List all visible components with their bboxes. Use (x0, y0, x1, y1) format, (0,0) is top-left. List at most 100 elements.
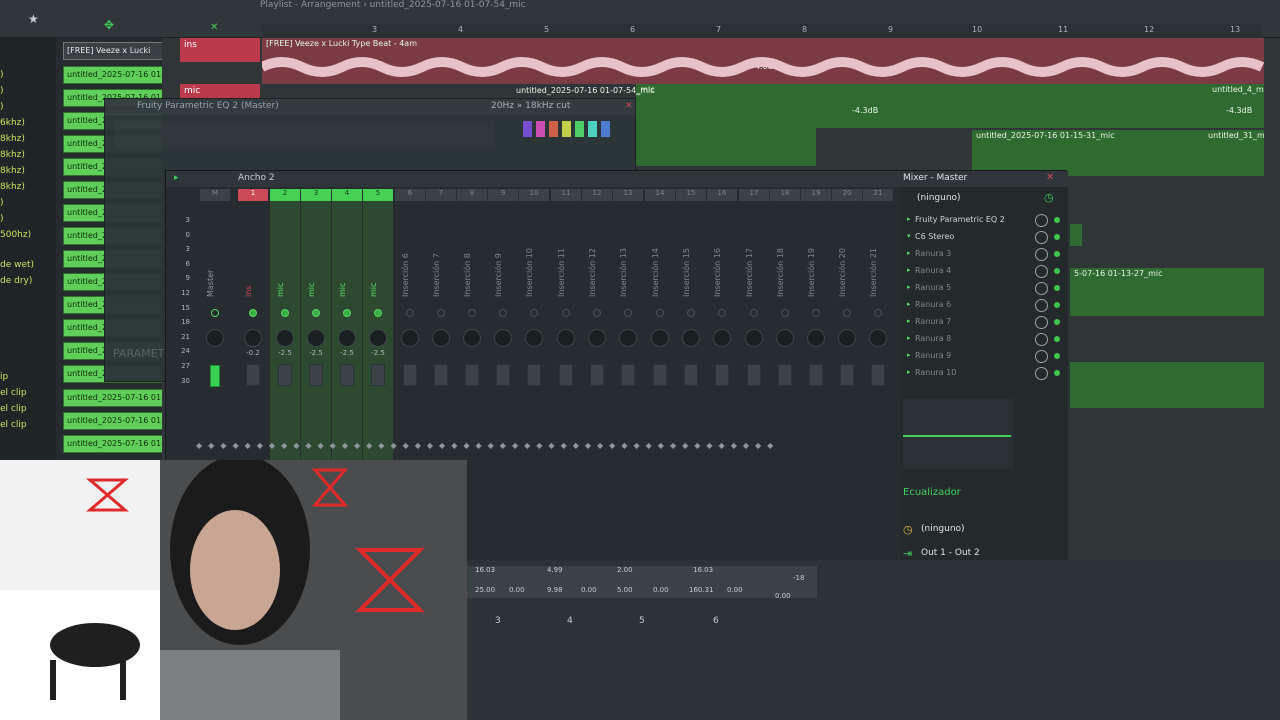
strip-led[interactable] (499, 309, 507, 317)
strip-led[interactable] (874, 309, 882, 317)
strip-fader[interactable] (403, 364, 417, 386)
strip-led[interactable] (281, 309, 289, 317)
strip-fader[interactable] (747, 364, 761, 386)
close-icon[interactable]: ✕ (625, 101, 633, 111)
strip-led[interactable] (781, 309, 789, 317)
strip-led[interactable] (687, 309, 695, 317)
mixer-strip-15[interactable]: 15 Inserción 15 (676, 189, 706, 545)
pan-knob[interactable] (463, 329, 481, 347)
pan-knob[interactable] (206, 329, 224, 347)
pan-knob[interactable] (307, 329, 325, 347)
audio-clip-mic[interactable]: untitled_2025-07-16 01-07-54_mic -4.3dB (636, 84, 1210, 128)
fx-slot-9[interactable]: ▸ Ranura 9 (907, 349, 1060, 366)
pan-knob[interactable] (619, 329, 637, 347)
audio-clip-mic-2[interactable]: untitled_4_mic -4.3dB (1208, 84, 1264, 128)
close-icon[interactable]: ✕ (210, 22, 218, 33)
browser-item[interactable]: 6khz) (0, 118, 25, 128)
fx-slot-4[interactable]: ▸ Ranura 4 (907, 264, 1060, 281)
strip-led[interactable] (593, 309, 601, 317)
eq-band-strip[interactable] (115, 121, 495, 147)
browser-item[interactable]: ) (0, 102, 4, 112)
browser-item[interactable]: 8khz) (0, 182, 25, 192)
strip-fader[interactable] (246, 364, 260, 386)
strip-led[interactable] (812, 309, 820, 317)
mixer-strip-12[interactable]: 12 Inserción 12 (582, 189, 612, 545)
clock-icon[interactable]: ◷ (1044, 191, 1054, 204)
mixer-strip-19[interactable]: 19 Inserción 19 (801, 189, 831, 545)
strip-led[interactable] (211, 309, 219, 317)
mixer-strip-10[interactable]: 10 Inserción 10 (519, 189, 549, 545)
pan-knob[interactable] (588, 329, 606, 347)
browser-item[interactable]: 500hz) (0, 230, 31, 240)
browser-item[interactable]: el clip (0, 388, 27, 398)
pan-knob[interactable] (651, 329, 669, 347)
fx-slot-5[interactable]: ▸ Ranura 5 (907, 281, 1060, 298)
browser-item[interactable]: 8khz) (0, 134, 25, 144)
strip-led[interactable] (750, 309, 758, 317)
pan-knob[interactable] (776, 329, 794, 347)
browser-item[interactable]: ) (0, 86, 4, 96)
clip-item[interactable]: untitled_2025-07-16 01- (63, 412, 163, 430)
input-selector[interactable]: (ninguno) (921, 524, 965, 534)
strip-fader[interactable] (809, 364, 823, 386)
browser-item[interactable]: 8khz) (0, 150, 25, 160)
clip-item[interactable]: [FREE] Veeze x Lucki (63, 42, 163, 60)
strip-fader[interactable] (778, 364, 792, 386)
strip-fader[interactable] (527, 364, 541, 386)
arrow-icon[interactable]: ▸ (174, 173, 179, 183)
preset-selector[interactable]: (ninguno) (917, 193, 961, 203)
eq-preview[interactable] (903, 399, 1013, 469)
strip-led[interactable] (249, 309, 257, 317)
track-header-mic[interactable]: mic (180, 84, 260, 98)
mixer-strip-17[interactable]: 17 Inserción 17 (739, 189, 769, 545)
strip-led[interactable] (562, 309, 570, 317)
fx-slot-1[interactable]: ▸ Fruity Parametric EQ 2 (907, 213, 1060, 230)
pan-knob[interactable] (432, 329, 450, 347)
pan-knob[interactable] (401, 329, 419, 347)
strip-led[interactable] (312, 309, 320, 317)
mixer-strip-14[interactable]: 14 Inserción 14 (645, 189, 675, 545)
fx-slot-2[interactable]: ▾ C6 Stereo (907, 230, 1060, 247)
strip-fader[interactable] (434, 364, 448, 386)
strip-led[interactable] (437, 309, 445, 317)
strip-led[interactable] (530, 309, 538, 317)
strip-led[interactable] (468, 309, 476, 317)
mixer-strip-21[interactable]: 21 Inserción 21 (863, 189, 893, 545)
strip-fader[interactable] (715, 364, 729, 386)
clip-item[interactable]: untitled_2025-07-16 01- (63, 435, 163, 453)
audio-clip-mic-6[interactable]: 5-07-16 01-13-27_mic (1070, 268, 1264, 316)
audio-clip-small[interactable] (1070, 224, 1082, 246)
browser-item[interactable]: el clip (0, 404, 27, 414)
mixer-strip-18[interactable]: 18 Inserción 18 (770, 189, 800, 545)
strip-fader[interactable] (871, 364, 885, 386)
close-icon[interactable]: ✕ (1046, 172, 1054, 183)
pan-knob[interactable] (713, 329, 731, 347)
fx-slot-10[interactable]: ▸ Ranura 10 (907, 366, 1060, 383)
pan-knob[interactable] (276, 329, 294, 347)
fx-slot-8[interactable]: ▸ Ranura 8 (907, 332, 1060, 349)
pan-knob[interactable] (682, 329, 700, 347)
routing-arrows[interactable]: ◆◆◆◆◆◆◆◆◆◆◆◆◆◆◆◆◆◆◆◆◆◆◆◆◆◆◆◆◆◆◆◆◆◆◆◆◆◆◆◆… (196, 441, 896, 453)
pan-knob[interactable] (525, 329, 543, 347)
mixer-strip-9[interactable]: 9 Inserción 9 (488, 189, 518, 545)
browser-item[interactable]: ) (0, 198, 4, 208)
strip-fader[interactable] (621, 364, 635, 386)
strip-led[interactable] (843, 309, 851, 317)
browser-item[interactable]: ) (0, 214, 4, 224)
track-header-ins[interactable]: ins (180, 38, 260, 62)
browser-item[interactable]: el clip (0, 420, 27, 430)
mixer-strip-16[interactable]: 16 Inserción 16 (707, 189, 737, 545)
strip-fader[interactable] (278, 364, 292, 386)
strip-led[interactable] (343, 309, 351, 317)
output-selector[interactable]: Out 1 - Out 2 (921, 548, 980, 558)
strip-led[interactable] (718, 309, 726, 317)
pan-knob[interactable] (557, 329, 575, 347)
strip-led[interactable] (624, 309, 632, 317)
strip-fader[interactable] (371, 364, 385, 386)
browser-item[interactable]: ip (0, 372, 8, 382)
browser-item[interactable]: ) (0, 70, 4, 80)
pan-knob[interactable] (745, 329, 763, 347)
strip-led[interactable] (656, 309, 664, 317)
fx-slot-6[interactable]: ▸ Ranura 6 (907, 298, 1060, 315)
pan-knob[interactable] (369, 329, 387, 347)
